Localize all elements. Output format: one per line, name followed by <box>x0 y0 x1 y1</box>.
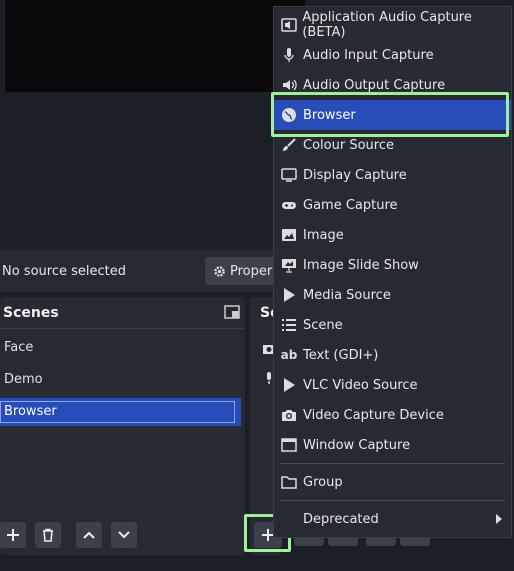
gear-icon <box>214 265 225 277</box>
menu-separator <box>280 500 505 501</box>
properties-label: Proper <box>230 263 273 279</box>
plus-icon <box>7 529 19 541</box>
menu-item-label: Application Audio Capture (BETA) <box>302 10 472 40</box>
folder-icon <box>280 473 298 491</box>
menu-item-label: Deprecated <box>303 511 379 527</box>
trash-icon <box>43 528 53 542</box>
menu-item-label: Display Capture <box>303 167 407 183</box>
gamepad-icon <box>280 196 298 214</box>
menu-item-window-capture[interactable]: Window Capture <box>274 430 511 460</box>
menu-item-display-capture[interactable]: Display Capture <box>274 160 511 190</box>
menu-item-audio-input-capture[interactable]: Audio Input Capture <box>274 40 511 70</box>
source-context-bar: No source selected Proper <box>0 250 300 292</box>
menu-item-image[interactable]: Image <box>274 220 511 250</box>
menu-item-label: VLC Video Source <box>303 377 418 393</box>
slideshow-icon <box>280 256 298 274</box>
play-icon <box>280 376 298 394</box>
menu-item-scene[interactable]: Scene <box>274 310 511 340</box>
menu-item-application-audio-capture[interactable]: Application Audio Capture (BETA) <box>274 10 511 40</box>
scene-item-label: Browser <box>0 401 235 423</box>
menu-item-label: Audio Output Capture <box>303 77 446 93</box>
menu-item-label: Game Capture <box>303 197 398 213</box>
menu-item-label: Window Capture <box>303 437 411 453</box>
menu-item-label: Image Slide Show <box>303 257 419 273</box>
camera-icon <box>280 406 298 424</box>
menu-item-label: Colour Source <box>303 137 394 153</box>
menu-item-group[interactable]: Group <box>274 467 511 497</box>
menu-item-label: Image <box>303 227 344 243</box>
brush-icon <box>280 136 298 154</box>
chevron-up-icon <box>83 531 95 539</box>
list-icon <box>280 316 298 334</box>
chevron-down-icon <box>118 531 130 539</box>
menu-item-video-capture-device[interactable]: Video Capture Device <box>274 400 511 430</box>
menu-item-label: Media Source <box>303 287 391 303</box>
play-icon <box>280 286 298 304</box>
menu-item-label: Text (GDI+) <box>303 347 379 363</box>
microphone-icon <box>280 46 298 64</box>
remove-scene-button[interactable] <box>35 522 61 548</box>
menu-item-label: Video Capture Device <box>303 407 444 423</box>
no-source-label: No source selected <box>2 264 126 279</box>
dock-divider <box>0 328 245 329</box>
move-scene-up-button[interactable] <box>76 522 102 548</box>
submenu-arrow-icon <box>496 514 502 524</box>
menu-item-game-capture[interactable]: Game Capture <box>274 190 511 220</box>
scenes-dock: Scenes Face Demo Browser <box>0 297 245 555</box>
menu-item-deprecated[interactable]: Deprecated <box>274 504 511 534</box>
menu-item-vlc-video-source[interactable]: VLC Video Source <box>274 370 511 400</box>
scene-item-demo[interactable]: Demo <box>4 369 43 391</box>
browser-item-highlight <box>271 92 509 137</box>
menu-item-label: Group <box>303 474 343 490</box>
move-scene-down-button[interactable] <box>111 522 137 548</box>
preview-canvas <box>5 0 305 92</box>
scenes-title: Scenes <box>3 305 59 321</box>
menu-separator <box>280 463 505 464</box>
scene-item-face[interactable]: Face <box>4 337 33 359</box>
window-icon <box>280 436 298 454</box>
text-icon: ab <box>280 348 298 362</box>
add-source-menu: Application Audio Capture (BETA) Audio I… <box>273 6 512 538</box>
monitor-icon <box>280 166 298 184</box>
menu-item-label: Audio Input Capture <box>303 47 434 63</box>
scene-item-browser[interactable]: Browser <box>0 398 241 426</box>
menu-item-label: Scene <box>303 317 343 333</box>
image-icon <box>280 226 298 244</box>
menu-item-image-slide-show[interactable]: Image Slide Show <box>274 250 511 280</box>
menu-item-media-source[interactable]: Media Source <box>274 280 511 310</box>
menu-item-text-gdi[interactable]: ab Text (GDI+) <box>274 340 511 370</box>
add-scene-button[interactable] <box>0 522 26 548</box>
speaker-icon <box>280 16 297 34</box>
undock-icon[interactable] <box>224 305 240 319</box>
